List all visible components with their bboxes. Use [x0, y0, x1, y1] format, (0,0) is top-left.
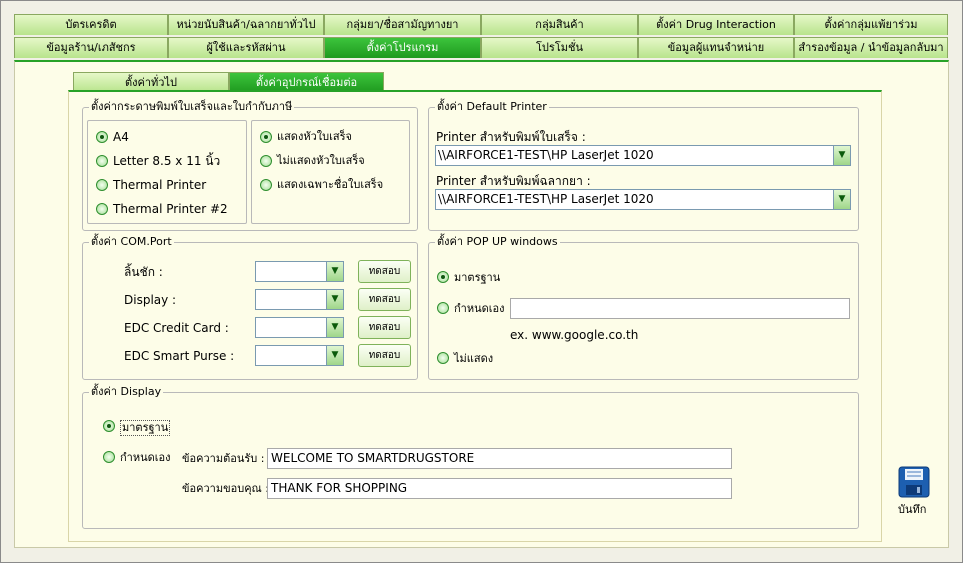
popup-custom-label: กำหนดเอง	[454, 302, 505, 315]
paper-letter-label: Letter 8.5 x 11 นิ้ว	[113, 154, 221, 168]
name-only-label: แสดงเฉพาะชื่อใบเสร็จ	[277, 178, 384, 191]
radio-display-standard[interactable]	[103, 420, 115, 432]
popup-example-text: ex. www.google.co.th	[510, 328, 639, 342]
radio-paper-letter[interactable]	[96, 155, 108, 167]
chevron-down-icon[interactable]: ▼	[326, 262, 343, 281]
chevron-down-icon[interactable]: ▼	[326, 290, 343, 309]
tab-product-groups[interactable]: กลุ่มสินค้า	[481, 14, 638, 35]
radio-display-custom[interactable]	[103, 451, 115, 463]
show-header-label: แสดงหัวใบเสร็จ	[277, 130, 352, 143]
popup-windows-legend: ตั้งค่า POP UP windows	[435, 235, 560, 249]
display-port-select[interactable]: ▼	[255, 289, 344, 310]
tab-units-labels[interactable]: หน่วยนับสินค้า/ฉลากยาทั่วไป	[168, 14, 324, 35]
label-printer-label: Printer สำหรับพิมพ์ฉลากยา :	[436, 174, 591, 188]
edc-smart-port-label: EDC Smart Purse :	[124, 349, 235, 363]
default-printer-group: ตั้งค่า Default Printer	[428, 100, 859, 231]
tab-allergy-groups[interactable]: ตั้งค่ากลุ่มแพ้ยาร่วม	[794, 14, 948, 35]
paper-thermal-2-label: Thermal Printer #2	[113, 202, 228, 216]
display-legend: ตั้งค่า Display	[89, 385, 164, 399]
radio-popup-custom[interactable]	[437, 302, 449, 314]
tab-backup-restore[interactable]: สำรองข้อมูล / นำข้อมูลกลับมา	[794, 37, 948, 58]
radio-show-header[interactable]	[260, 131, 272, 143]
com-port-legend: ตั้งค่า COM.Port	[89, 235, 174, 249]
tab-program-settings[interactable]: ตั้งค่าโปรแกรม	[324, 37, 481, 58]
hide-header-label: ไม่แสดงหัวใบเสร็จ	[277, 154, 365, 167]
edc-smart-port-select[interactable]: ▼	[255, 345, 344, 366]
radio-paper-thermal-2[interactable]	[96, 203, 108, 215]
radio-popup-hide[interactable]	[437, 352, 449, 364]
receipt-printer-select[interactable]: \\AIRFORCE1-TEST\HP LaserJet 1020 ▼	[435, 145, 851, 166]
receipt-printer-value: \\AIRFORCE1-TEST\HP LaserJet 1020	[438, 148, 654, 162]
radio-paper-a4[interactable]	[96, 131, 108, 143]
subtab-general[interactable]: ตั้งค่าทั่วไป	[73, 72, 229, 92]
label-printer-select[interactable]: \\AIRFORCE1-TEST\HP LaserJet 1020 ▼	[435, 189, 851, 210]
save-label: บันทึก	[898, 503, 927, 516]
tab-promotion[interactable]: โปรโมชั่น	[481, 37, 638, 58]
chevron-down-icon[interactable]: ▼	[833, 190, 850, 209]
popup-standard-label: มาตรฐาน	[454, 271, 501, 284]
radio-hide-header[interactable]	[260, 155, 272, 167]
tab-distributor-info[interactable]: ข้อมูลผู้แทนจำหน่าย	[638, 37, 794, 58]
welcome-text-label: ข้อความต้อนรับ :	[182, 452, 265, 465]
tab-drug-groups[interactable]: กลุ่มยา/ชื่อสามัญทางยา	[324, 14, 481, 35]
chevron-down-icon[interactable]: ▼	[326, 318, 343, 337]
floppy-disk-icon	[898, 466, 930, 498]
chevron-down-icon[interactable]: ▼	[326, 346, 343, 365]
radio-paper-thermal[interactable]	[96, 179, 108, 191]
test-drawer-button[interactable]: ทดสอบ	[358, 260, 411, 283]
thanks-text-input[interactable]: THANK FOR SHOPPING	[267, 478, 732, 499]
edc-credit-port-select[interactable]: ▼	[255, 317, 344, 338]
thanks-text-label: ข้อความขอบคุณ :	[182, 482, 269, 495]
receipt-paper-legend: ตั้งค่ากระดาษพิมพ์ใบเสร็จและใบกำกับภาษี	[89, 100, 295, 114]
radio-name-only[interactable]	[260, 179, 272, 191]
default-printer-legend: ตั้งค่า Default Printer	[435, 100, 549, 114]
paper-a4-label: A4	[113, 130, 129, 144]
save-button[interactable]: บันทึก	[894, 466, 934, 518]
tab-drug-interaction[interactable]: ตั้งค่า Drug Interaction	[638, 14, 794, 35]
chevron-down-icon[interactable]: ▼	[833, 146, 850, 165]
popup-url-input[interactable]	[510, 298, 850, 319]
receipt-printer-label: Printer สำหรับพิมพ์ใบเสร็จ :	[436, 130, 586, 144]
popup-hide-label: ไม่แสดง	[454, 352, 494, 365]
display-custom-label: กำหนดเอง	[120, 451, 171, 464]
drawer-port-select[interactable]: ▼	[255, 261, 344, 282]
subtab-devices[interactable]: ตั้งค่าอุปกรณ์เชื่อมต่อ	[229, 72, 384, 92]
display-port-label: Display :	[124, 293, 177, 307]
edc-credit-port-label: EDC Credit Card :	[124, 321, 229, 335]
test-edc-smart-button[interactable]: ทดสอบ	[358, 344, 411, 367]
tab-users-passwords[interactable]: ผู้ใช้และรหัสผ่าน	[168, 37, 324, 58]
test-edc-credit-button[interactable]: ทดสอบ	[358, 316, 411, 339]
tab-credit-card[interactable]: บัตรเครดิต	[14, 14, 168, 35]
paper-thermal-label: Thermal Printer	[113, 178, 207, 192]
welcome-text-input[interactable]: WELCOME TO SMARTDRUGSTORE	[267, 448, 732, 469]
label-printer-value: \\AIRFORCE1-TEST\HP LaserJet 1020	[438, 192, 654, 206]
drawer-port-label: ลิ้นชัก :	[124, 265, 163, 279]
test-display-button[interactable]: ทดสอบ	[358, 288, 411, 311]
display-standard-label: มาตรฐาน	[120, 420, 171, 436]
radio-popup-standard[interactable]	[437, 271, 449, 283]
tab-shop-pharmacist[interactable]: ข้อมูลร้าน/เภสัชกร	[14, 37, 168, 58]
